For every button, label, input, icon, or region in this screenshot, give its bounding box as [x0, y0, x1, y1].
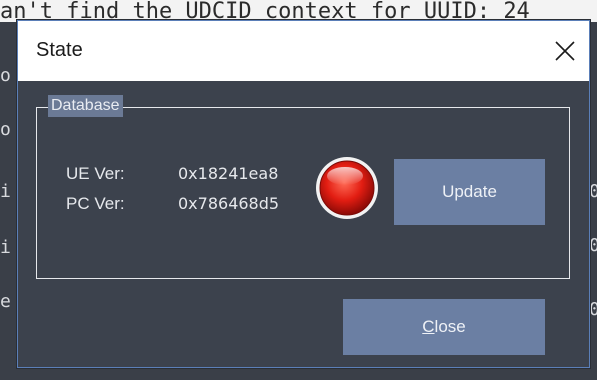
background-char: o: [0, 119, 11, 140]
ue-version-value: 0x18241ea8: [178, 164, 279, 183]
background-char: 0: [589, 235, 597, 256]
dialog-title: State: [36, 39, 83, 61]
close-accelerator-key: C: [422, 317, 435, 336]
dialog-titlebar: State: [18, 21, 589, 81]
database-group-label: Database: [48, 95, 123, 117]
close-button[interactable]: Close: [343, 299, 545, 355]
ue-version-label: UE Ver:: [66, 164, 125, 183]
background-char: i: [0, 181, 11, 202]
update-button[interactable]: Update: [394, 159, 545, 225]
close-label-rest: lose: [434, 317, 466, 336]
background-char: e: [0, 291, 11, 312]
pc-version-label: PC Ver:: [66, 194, 125, 213]
background-char: 0: [589, 181, 597, 202]
background-char: i: [0, 237, 11, 258]
background-char: 0: [589, 299, 597, 320]
pc-version-value: 0x786468d5: [178, 194, 280, 213]
state-dialog: State Database UE Ver: 0x18241ea8 PC Ver…: [17, 20, 590, 368]
close-icon[interactable]: [545, 31, 585, 71]
red-status-led-icon: [315, 156, 379, 220]
background-char: o: [0, 65, 11, 86]
